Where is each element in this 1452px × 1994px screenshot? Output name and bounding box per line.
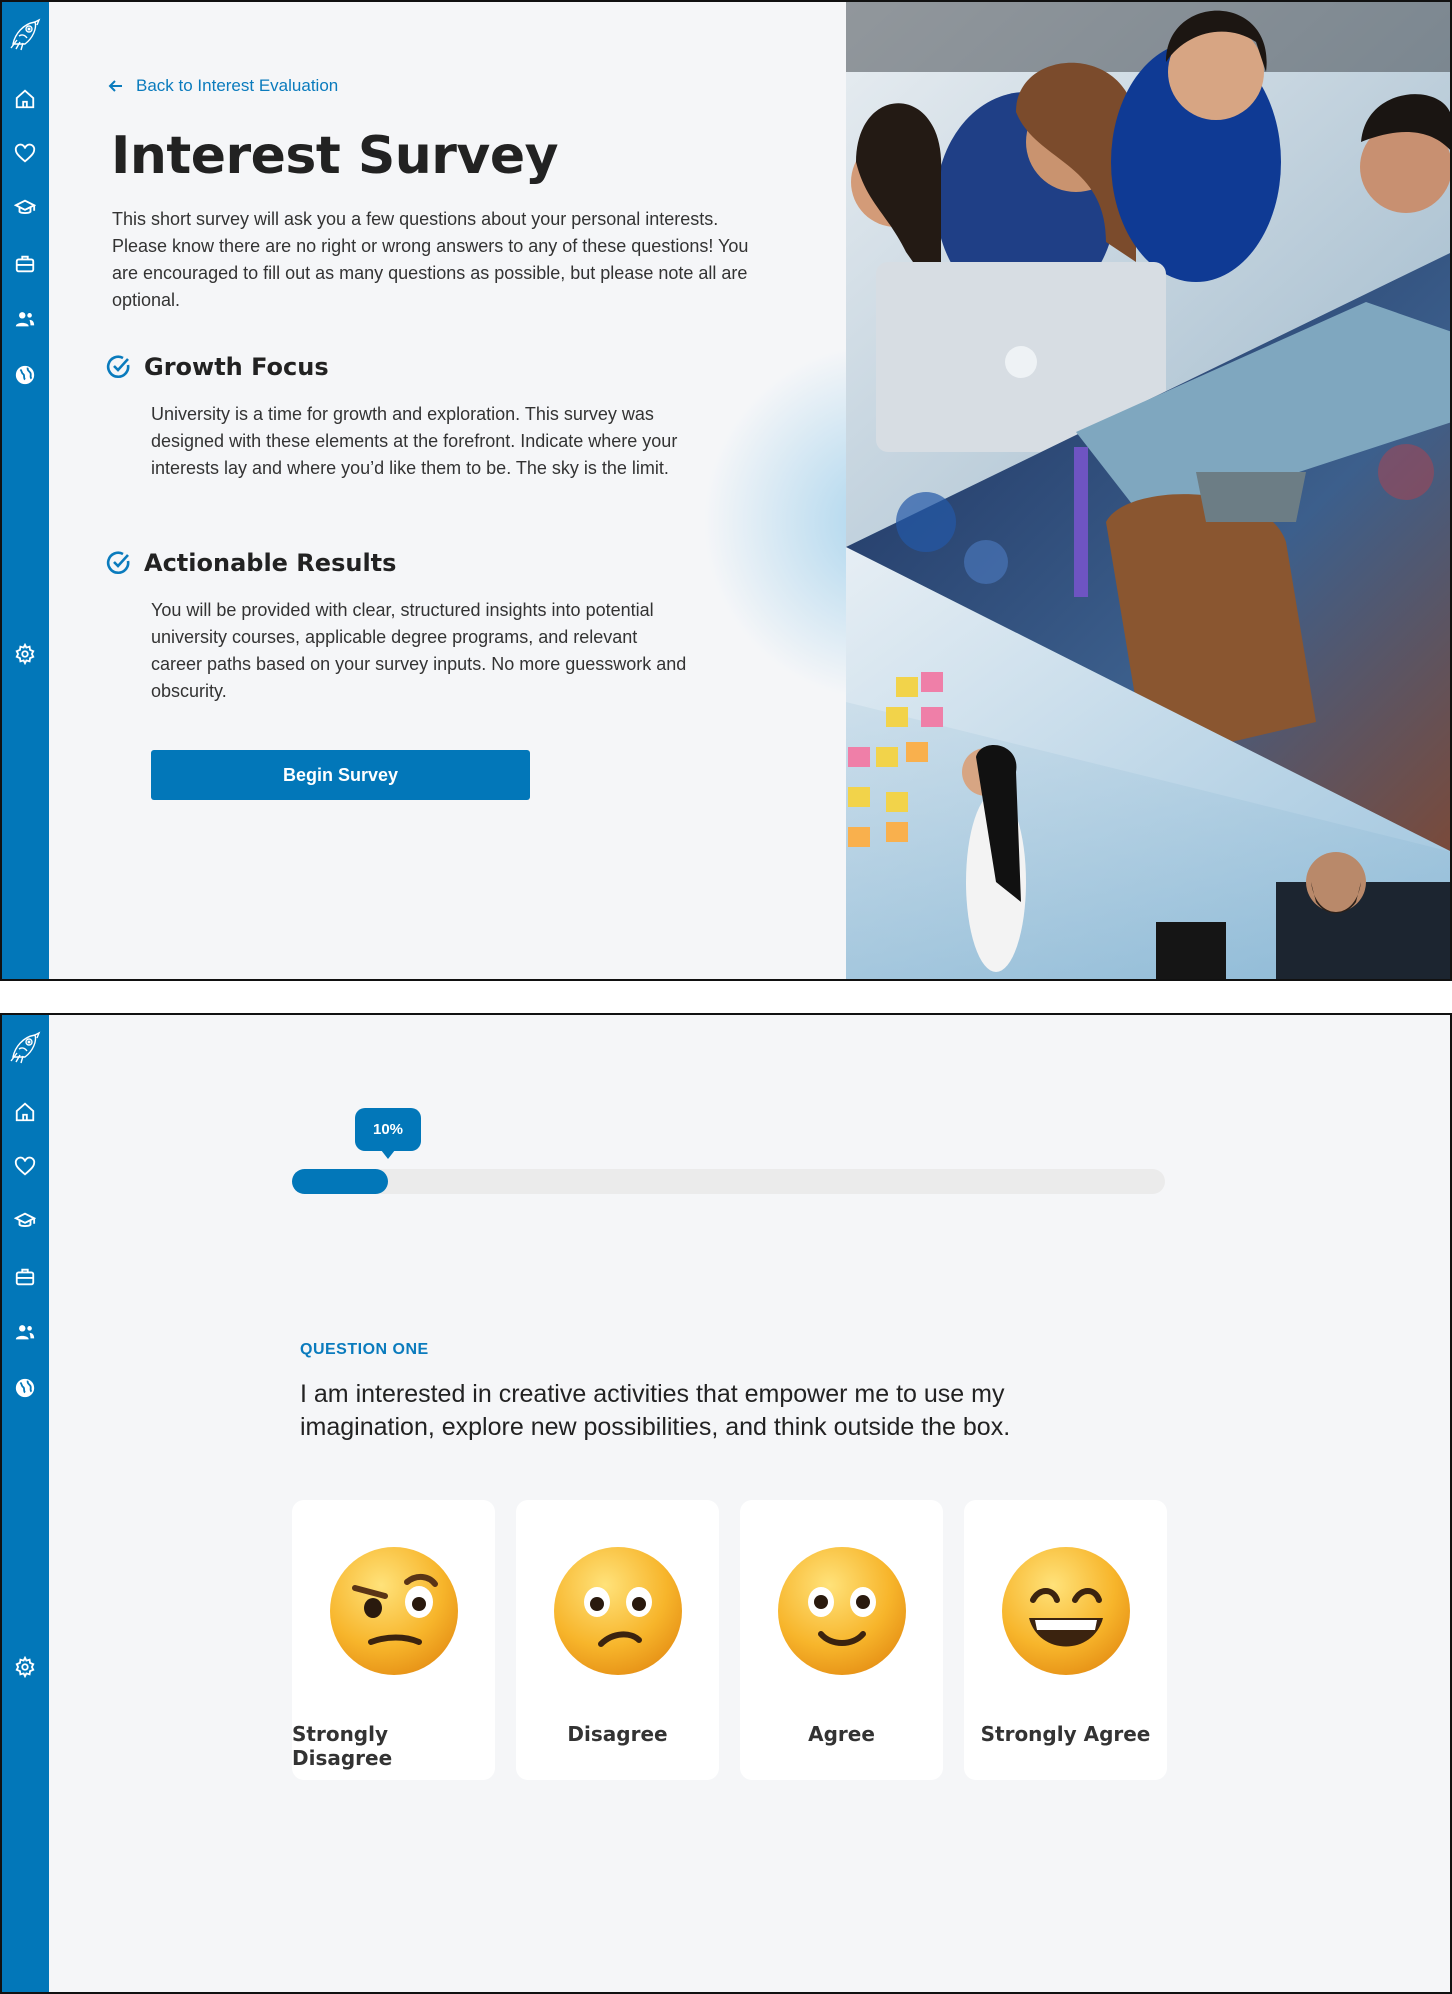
answer-option-disagree[interactable]: Disagree: [516, 1500, 719, 1780]
intro-screen: Back to Interest Evaluation Interest Sur…: [0, 0, 1452, 981]
begin-survey-button[interactable]: Begin Survey: [151, 750, 530, 800]
people-icon[interactable]: [12, 306, 38, 332]
intro-paragraph: This short survey will ask you a few que…: [112, 209, 749, 310]
graduation-cap-icon[interactable]: [12, 1208, 38, 1234]
confused-face-icon: [553, 1547, 682, 1675]
owl-logo-icon[interactable]: [5, 14, 45, 54]
question-screen: 10% QUESTION ONE I am interested in crea…: [0, 1013, 1452, 1994]
skeptical-face-icon: [329, 1547, 458, 1675]
answer-option-agree[interactable]: Agree: [740, 1500, 943, 1780]
answer-label: Disagree: [567, 1722, 668, 1746]
feature-growth-focus: Growth Focus: [106, 353, 329, 381]
smiling-face-icon: [777, 1547, 906, 1675]
briefcase-icon[interactable]: [12, 1264, 38, 1290]
home-icon[interactable]: [12, 86, 38, 112]
sidebar: [2, 1015, 49, 1992]
answer-label: Strongly Agree: [980, 1722, 1151, 1746]
feature-actionable-results: Actionable Results: [106, 549, 396, 577]
feature-description: You will be provided with clear, structu…: [151, 600, 687, 701]
home-icon[interactable]: [12, 1099, 38, 1125]
answer-options: Strongly Disagree Disagree Agree Strongl…: [292, 1500, 1167, 1780]
check-circle-icon: [106, 355, 130, 379]
grinning-face-icon: [1001, 1547, 1130, 1675]
hero-photo-collage: [846, 2, 1450, 979]
progress-percent-bubble: 10%: [355, 1108, 421, 1159]
back-to-interest-evaluation-link[interactable]: Back to Interest Evaluation: [106, 76, 338, 96]
feature-title: Growth Focus: [144, 353, 329, 381]
progress-bar: [292, 1169, 1165, 1194]
feature-description: University is a time for growth and expl…: [151, 404, 678, 478]
feature-title: Actionable Results: [144, 549, 397, 577]
owl-logo-icon[interactable]: [5, 1027, 45, 1067]
question-text: I am interested in creative activities t…: [300, 1380, 1011, 1441]
globe-icon[interactable]: [12, 1375, 38, 1401]
gear-icon[interactable]: [12, 641, 38, 667]
graduation-cap-icon[interactable]: [12, 195, 38, 221]
question-number-label: QUESTION ONE: [300, 1341, 429, 1358]
answer-label: Strongly Disagree: [292, 1722, 393, 1770]
back-link-label: Back to Interest Evaluation: [136, 76, 339, 95]
page-title: Interest Survey: [111, 126, 559, 186]
briefcase-icon[interactable]: [12, 251, 38, 277]
sidebar: [2, 2, 49, 979]
answer-option-strongly-disagree[interactable]: Strongly Disagree: [292, 1500, 495, 1780]
arrow-left-icon: [108, 80, 122, 92]
progress-bar-fill: [292, 1169, 388, 1194]
globe-icon[interactable]: [12, 362, 38, 388]
answer-option-strongly-agree[interactable]: Strongly Agree: [964, 1500, 1167, 1780]
heart-icon[interactable]: [12, 141, 38, 167]
answer-label: Agree: [808, 1722, 875, 1746]
heart-icon[interactable]: [12, 1154, 38, 1180]
check-circle-icon: [106, 551, 130, 575]
gear-icon[interactable]: [12, 1654, 38, 1680]
people-icon[interactable]: [12, 1319, 38, 1345]
